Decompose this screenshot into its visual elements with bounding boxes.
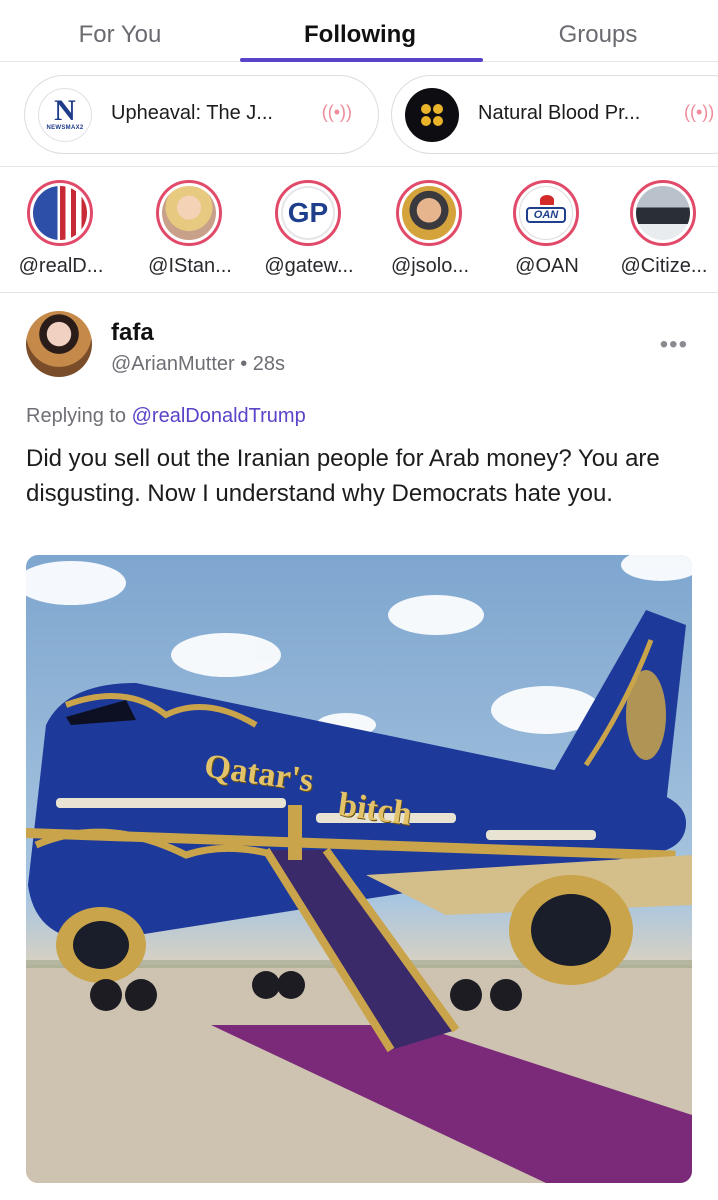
tab-groups[interactable]: Groups (478, 0, 718, 62)
post-image[interactable]: Qatar's bitch (26, 555, 692, 1183)
story-item[interactable]: @Citize... (604, 167, 718, 293)
gp-logo-text: GP (287, 197, 329, 228)
story-ring: OAN (513, 180, 579, 246)
replying-to-line: Replying to @realDonaldTrump (26, 405, 306, 428)
post-text: Did you sell out the Iranian people for … (26, 445, 660, 507)
live-spaces-row: N NEWSMAX2 Upheaval: The J... ((•)) Natu… (0, 62, 718, 167)
story-item[interactable]: OAN @OAN (487, 167, 607, 293)
author-handle-time: @ArianMutter • 28s (111, 353, 286, 375)
story-handle: @OAN (515, 255, 579, 277)
story-ring (630, 180, 696, 246)
live-space-pill[interactable]: Natural Blood Pr... ((•)) (391, 75, 718, 154)
tab-for-you[interactable]: For You (0, 0, 240, 62)
story-ring (396, 180, 462, 246)
story-item[interactable]: GP @gatew... (249, 167, 369, 293)
author-avatar[interactable] (26, 311, 92, 377)
story-ring: GP (275, 180, 341, 246)
oan-logo-text: OAN (526, 207, 566, 223)
newsmax-logo: N NEWSMAX2 (38, 88, 92, 142)
live-space-title: Natural Blood Pr... (478, 102, 641, 124)
live-space-pill[interactable]: N NEWSMAX2 Upheaval: The J... ((•)) (24, 75, 379, 154)
story-handle: @IStan... (148, 255, 232, 277)
story-ring (27, 180, 93, 246)
story-ring (156, 180, 222, 246)
live-broadcast-icon: ((•)) (684, 102, 715, 122)
more-options-icon[interactable]: ••• (660, 331, 688, 359)
avatar (636, 186, 690, 240)
avatar: OAN (519, 186, 573, 240)
tab-following[interactable]: Following (240, 0, 480, 62)
author-name[interactable]: fafa (111, 319, 154, 347)
story-handle: @Citize... (620, 255, 708, 277)
post: fafa @ArianMutter • 28s ••• Replying to … (0, 293, 718, 1200)
story-handle: @jsolo... (390, 255, 470, 277)
newsmax-logo-letter: N (54, 94, 76, 127)
airplane-illustration (26, 555, 692, 1183)
story-handle: @gatew... (264, 255, 354, 277)
replying-to-link[interactable]: @realDonaldTrump (132, 405, 306, 427)
feed-tabs: For You Following Groups (0, 0, 718, 62)
avatar (33, 186, 87, 240)
story-item[interactable]: @IStan... (130, 167, 250, 293)
story-item[interactable]: @realD... (1, 167, 121, 293)
live-broadcast-icon: ((•)) (321, 102, 352, 122)
live-space-title: Upheaval: The J... (111, 102, 273, 124)
story-item[interactable]: @jsolo... (370, 167, 490, 293)
four-dots-logo (405, 88, 459, 142)
story-handle: @realD... (18, 255, 104, 277)
replying-to-prefix: Replying to (26, 405, 132, 427)
avatar (402, 186, 456, 240)
avatar: GP (281, 186, 335, 240)
stories-row: @realD... @IStan... GP @gatew... @jsolo.… (0, 167, 718, 293)
avatar (162, 186, 216, 240)
newsmax-logo-subtext: NEWSMAX2 (46, 125, 84, 131)
